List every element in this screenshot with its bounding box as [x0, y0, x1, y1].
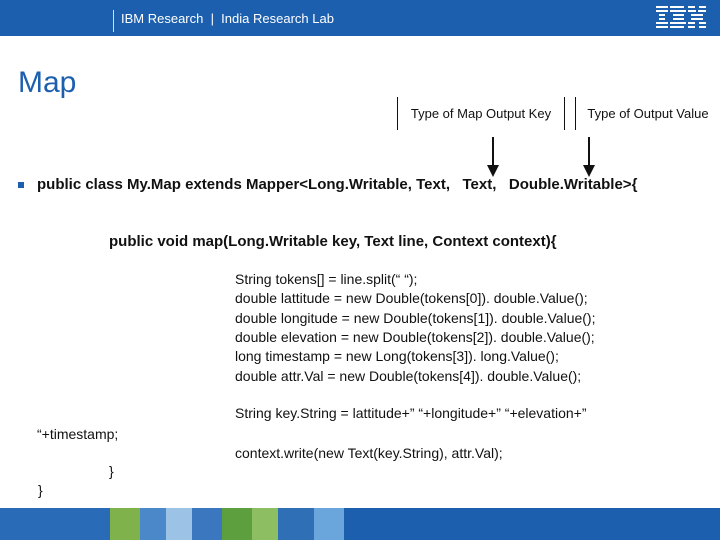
footer-tile	[344, 508, 720, 540]
footer-tile	[314, 508, 344, 540]
arrow-down-key-icon	[487, 137, 499, 177]
class-declaration: public class My.Map extends Mapper<Long.…	[37, 176, 638, 193]
bullet-icon	[18, 182, 24, 188]
code-line: double elevation = new Double(tokens[2])…	[235, 329, 595, 345]
footer-bar	[0, 508, 720, 540]
footer-tile	[0, 508, 110, 540]
map-output-value-label: Type of Output Value	[575, 97, 720, 130]
slide-title: Map	[18, 66, 77, 99]
map-output-value-text: Type of Output Value	[587, 106, 709, 121]
header-divider	[113, 10, 114, 32]
key-string-line: String key.String = lattitude+” “+longit…	[235, 405, 587, 421]
code-line: String tokens[] = line.split(“ “);	[235, 271, 418, 287]
header-bar: IBM Research | India Research Lab	[0, 0, 720, 36]
code-line: long timestamp = new Long(tokens[3]). lo…	[235, 348, 559, 364]
map-output-key-text: Type of Map Output Key	[410, 106, 552, 121]
key-string-continuation: “+timestamp;	[37, 426, 119, 442]
code-line: double lattitude = new Double(tokens[0])…	[235, 290, 588, 306]
footer-tile	[252, 508, 278, 540]
context-write-line: context.write(new Text(key.String), attr…	[235, 445, 503, 461]
footer-tile	[192, 508, 222, 540]
header-org-text: IBM Research | India Research Lab	[121, 11, 334, 26]
footer-tile	[222, 508, 252, 540]
footer-tile	[166, 508, 192, 540]
map-output-key-label: Type of Map Output Key	[397, 97, 565, 130]
footer-tile	[110, 508, 140, 540]
method-closing-brace: }	[109, 463, 114, 479]
code-line: double longitude = new Double(tokens[1])…	[235, 310, 596, 326]
code-line: double attr.Val = new Double(tokens[4]).…	[235, 368, 582, 384]
ibm-logo	[656, 6, 706, 28]
footer-tile	[140, 508, 166, 540]
arrow-down-value-icon	[583, 137, 595, 177]
method-declaration: public void map(Long.Writable key, Text …	[109, 233, 557, 250]
class-closing-brace: }	[38, 482, 43, 498]
footer-tile	[278, 508, 314, 540]
